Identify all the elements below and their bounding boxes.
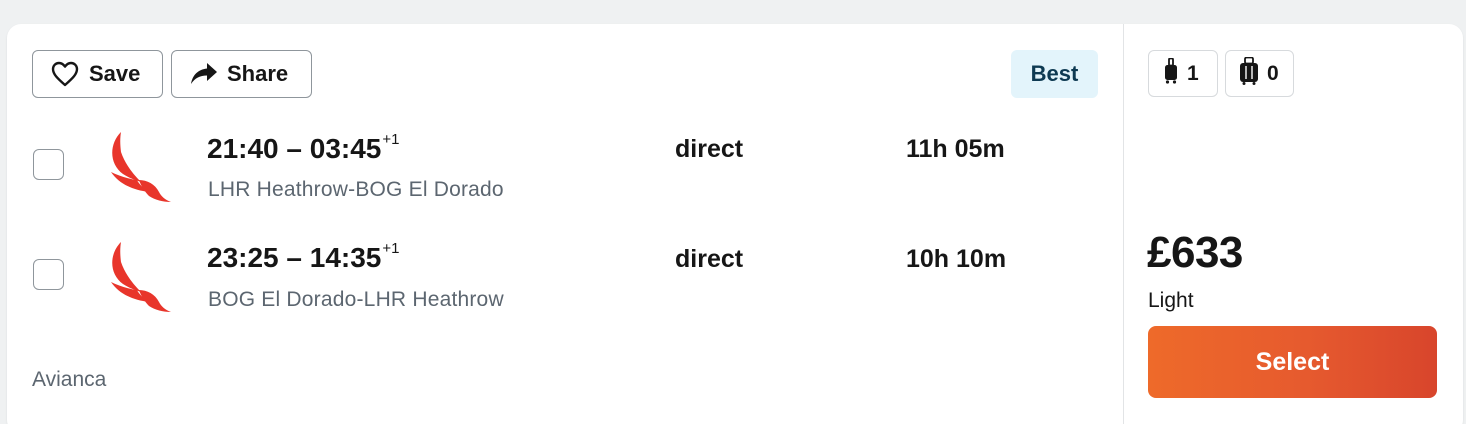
time-separator: –: [278, 242, 310, 273]
return-arrival-time: 14:35: [309, 242, 382, 273]
return-flight-checkbox[interactable]: [33, 259, 64, 290]
select-button[interactable]: Select: [1148, 326, 1437, 398]
return-times: 23:25 – 14:35+1: [207, 239, 400, 274]
share-label: Share: [227, 61, 289, 86]
time-separator: –: [278, 133, 310, 164]
outbound-flight-checkbox[interactable]: [33, 149, 64, 180]
best-badge: Best: [1011, 50, 1098, 98]
price: £633: [1147, 228, 1243, 277]
outbound-duration: 11h 05m: [906, 135, 1005, 163]
checked-bag-count: 0: [1267, 61, 1279, 85]
avianca-logo: [103, 130, 175, 206]
outbound-times: 21:40 – 03:45+1: [207, 130, 400, 165]
save-label: Save: [89, 61, 141, 86]
cabin-bag-count: 1: [1187, 61, 1199, 85]
flight-result-card: Save Share Best 21:40 – 03:45+1 LHR Heat…: [7, 24, 1463, 424]
return-duration: 10h 10m: [906, 245, 1007, 273]
cabin-bag-icon: [1163, 57, 1179, 90]
price-column-divider: [1123, 24, 1124, 424]
share-arrow-icon: [190, 62, 218, 86]
checked-bag-icon: [1239, 56, 1259, 91]
fare-type: Light: [1148, 289, 1194, 312]
return-route: BOG El Dorado-LHR Heathrow: [208, 288, 504, 311]
return-day-offset: +1: [382, 239, 400, 257]
outbound-arrival-time: 03:45: [309, 133, 382, 164]
outbound-route: LHR Heathrow-BOG El Dorado: [208, 178, 504, 201]
checked-bag-badge[interactable]: 0: [1225, 50, 1294, 97]
outbound-stops: direct: [675, 135, 744, 163]
share-button[interactable]: Share: [171, 50, 312, 98]
airline-name: Avianca: [32, 368, 107, 391]
save-button[interactable]: Save: [32, 50, 163, 98]
outbound-departure-time: 21:40: [207, 133, 279, 164]
heart-icon: [51, 61, 79, 87]
return-stops: direct: [675, 245, 744, 273]
outbound-day-offset: +1: [382, 130, 400, 148]
cabin-bag-badge[interactable]: 1: [1148, 50, 1218, 97]
avianca-logo: [103, 240, 175, 316]
return-departure-time: 23:25: [207, 242, 279, 273]
